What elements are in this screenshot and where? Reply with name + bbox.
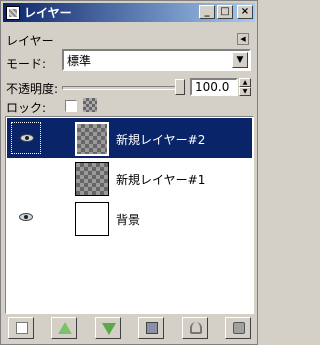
chevron-down-icon[interactable]: ▼	[232, 52, 248, 68]
trash-icon	[232, 322, 245, 334]
eye-icon	[19, 213, 33, 221]
duplicate-icon	[146, 322, 159, 334]
close-button[interactable]: ×	[237, 5, 253, 19]
layer-list[interactable]: 新規レイヤー#2 新規レイヤー#1 背景	[5, 116, 254, 314]
anchor-layer-button[interactable]	[181, 317, 208, 339]
arrow-down-icon	[101, 323, 116, 335]
spin-up-icon[interactable]: ▲	[239, 78, 251, 87]
arrow-up-icon	[58, 322, 73, 334]
raise-layer-button[interactable]	[51, 317, 78, 339]
panel-menu-icon[interactable]: ◀	[237, 33, 249, 45]
maximize-button[interactable]: □	[217, 5, 233, 19]
opacity-spinner[interactable]: ▲ ▼	[239, 78, 251, 96]
delete-layer-button[interactable]	[224, 317, 251, 339]
opacity-label: 不透明度:	[6, 82, 59, 96]
mode-label: モード:	[6, 57, 47, 71]
layer-row[interactable]: 新規レイヤー#2	[7, 118, 252, 158]
layer-actions-bar	[5, 317, 254, 341]
layer-thumbnail[interactable]	[75, 122, 109, 156]
opacity-slider-track[interactable]	[62, 86, 184, 90]
opacity-input[interactable]: 100.0	[190, 78, 238, 96]
layers-window: レイヤー _ □ × レイヤー ◀ モード: 標準 ▼ 不透明度: 100.0 …	[0, 0, 258, 345]
visibility-toggle[interactable]	[11, 162, 41, 194]
minimize-button[interactable]: _	[199, 5, 215, 19]
lock-label: ロック:	[6, 101, 47, 115]
layer-row[interactable]: 新規レイヤー#1	[7, 158, 252, 198]
lower-layer-button[interactable]	[94, 317, 121, 339]
duplicate-layer-button[interactable]	[138, 317, 165, 339]
window-title: レイヤー	[24, 6, 72, 20]
new-layer-button[interactable]	[8, 317, 34, 339]
alpha-lock-icon	[83, 98, 97, 112]
visibility-toggle[interactable]	[11, 202, 41, 234]
layer-name[interactable]: 新規レイヤー#1	[116, 171, 205, 188]
visibility-toggle[interactable]	[11, 122, 41, 154]
layers-app-icon	[6, 5, 20, 20]
opacity-slider-thumb[interactable]	[175, 79, 185, 95]
layer-thumbnail[interactable]	[75, 202, 109, 236]
new-page-icon	[16, 322, 28, 334]
layer-row[interactable]: 背景	[7, 198, 252, 238]
spin-down-icon[interactable]: ▼	[239, 87, 251, 96]
title-bar[interactable]: レイヤー _ □ ×	[3, 3, 255, 22]
mode-select[interactable]: 標準 ▼	[62, 49, 251, 71]
eye-icon	[20, 134, 34, 142]
lock-alpha-checkbox[interactable]	[65, 100, 77, 112]
layer-name[interactable]: 背景	[116, 211, 140, 228]
anchor-icon	[189, 322, 202, 334]
layer-thumbnail[interactable]	[75, 162, 109, 196]
mode-value: 標準	[67, 53, 92, 68]
panel-label: レイヤー	[6, 34, 54, 48]
layer-name[interactable]: 新規レイヤー#2	[116, 131, 205, 148]
